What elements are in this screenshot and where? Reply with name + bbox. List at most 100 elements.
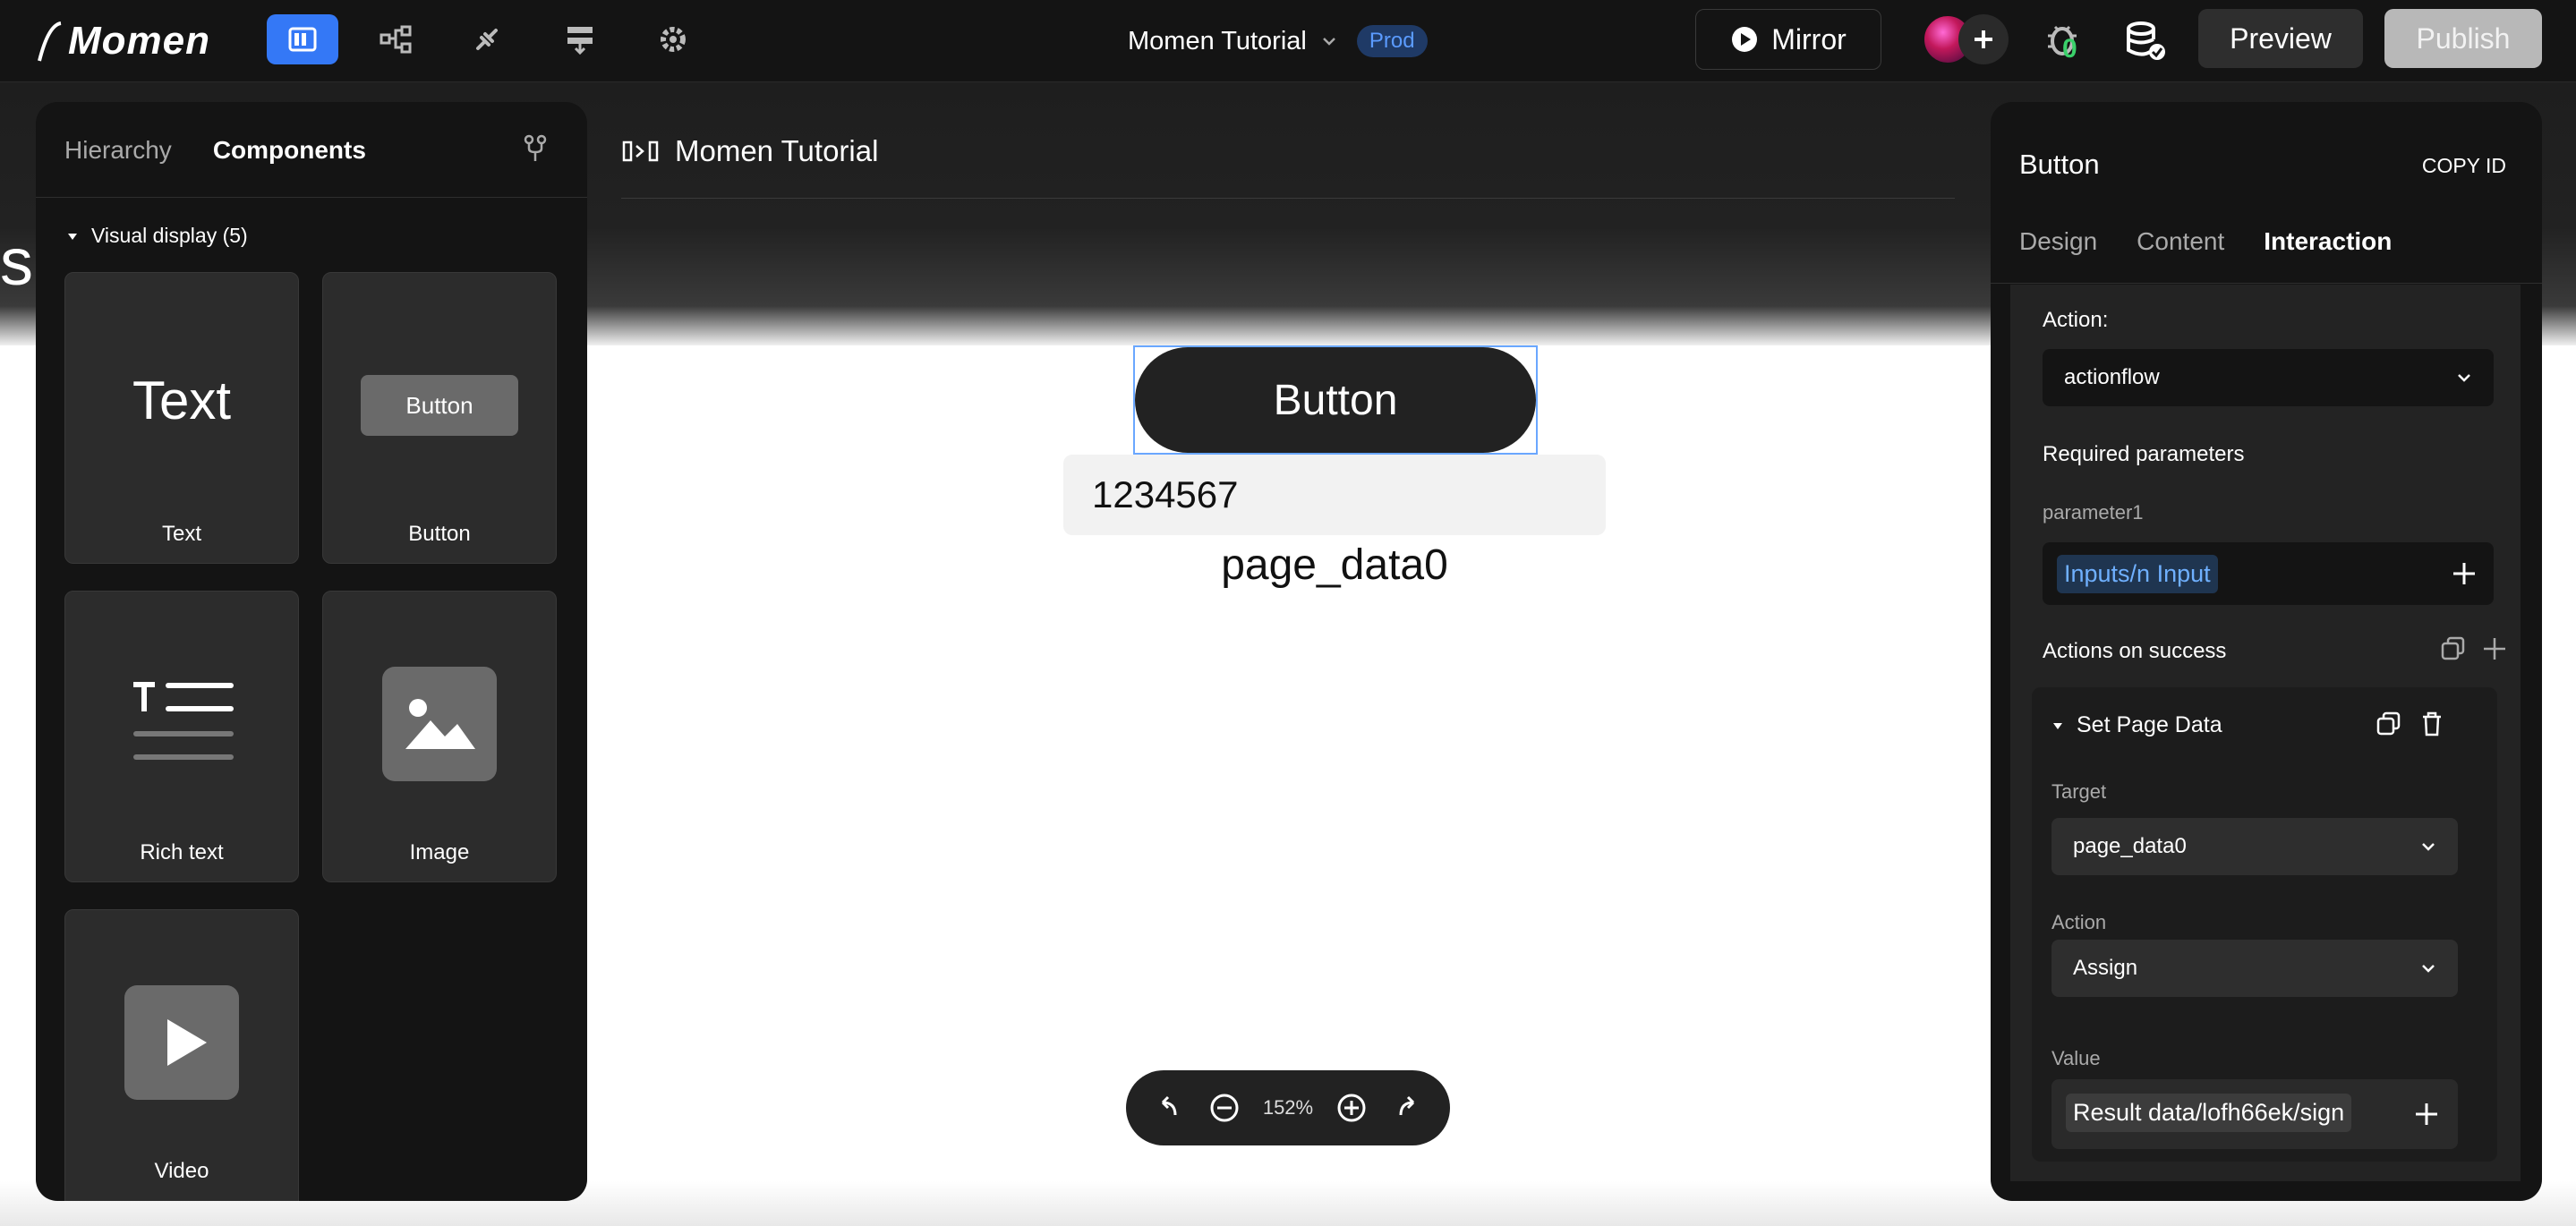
layout-icon xyxy=(288,27,317,52)
canvas-divider xyxy=(621,198,1955,199)
value-chip[interactable]: Result data/lofh66ek/sign xyxy=(2066,1094,2352,1132)
right-panel-divider xyxy=(1991,283,2542,284)
param1-value-chip[interactable]: Inputs/n Input xyxy=(2057,555,2218,593)
card-label: Image xyxy=(409,840,470,864)
play-icon xyxy=(124,985,239,1100)
momen-logo[interactable]: Momen xyxy=(36,16,210,66)
panel-title: Button xyxy=(2019,149,2100,180)
tab-interaction[interactable]: Interaction xyxy=(2264,227,2392,256)
trash-icon[interactable] xyxy=(2418,711,2445,737)
plug-icon xyxy=(476,29,498,50)
top-bar: Momen Momen Tutorial Prod Mirror 0 Previ… xyxy=(0,0,2576,82)
add-action-icon[interactable] xyxy=(2481,635,2508,662)
undo-icon[interactable] xyxy=(1150,1090,1186,1126)
properties-panel: Button COPY ID Design Content Interactio… xyxy=(1991,102,2542,1201)
merge-icon[interactable] xyxy=(519,132,551,165)
duplicate-icon[interactable] xyxy=(2376,711,2402,737)
tab-design[interactable]: Design xyxy=(2019,227,2097,256)
component-card-video[interactable]: Video xyxy=(64,909,299,1201)
logo-text: Momen xyxy=(68,19,210,63)
zoom-in-icon[interactable] xyxy=(1334,1090,1369,1126)
component-card-text[interactable]: Text Text xyxy=(64,272,299,564)
assign-select[interactable]: Assign xyxy=(2051,940,2458,997)
page-code-icon xyxy=(622,140,659,162)
redo-icon[interactable] xyxy=(1390,1090,1426,1126)
actionflow-tab-button[interactable] xyxy=(544,14,616,64)
copy-id-button[interactable]: COPY ID xyxy=(2422,154,2506,178)
api-tab-button[interactable] xyxy=(451,14,523,64)
rich-text-icon xyxy=(133,682,234,760)
hierarchy-icon xyxy=(380,25,412,54)
section-title: Visual display (5) xyxy=(91,224,248,247)
pages-tab-button[interactable] xyxy=(267,14,338,64)
action-select[interactable]: actionflow xyxy=(2043,349,2494,406)
play-circle-icon xyxy=(1732,27,1758,52)
image-icon xyxy=(382,667,497,781)
target-select[interactable]: page_data0 xyxy=(2051,818,2458,875)
canvas-page-header: Momen Tutorial xyxy=(621,134,878,168)
caret-down-icon xyxy=(68,233,77,240)
action-select-value: actionflow xyxy=(2064,365,2160,389)
zoom-level: 152% xyxy=(1262,1096,1314,1119)
component-card-button[interactable]: Button Button xyxy=(322,272,557,564)
param1-field[interactable]: Inputs/n Input xyxy=(2043,542,2494,605)
actions-on-success-label: Actions on success xyxy=(2043,639,2227,663)
gear-icon xyxy=(661,27,686,52)
required-params-label: Required parameters xyxy=(2043,442,2245,466)
settings-tab-button[interactable] xyxy=(637,14,709,64)
tab-hierarchy[interactable]: Hierarchy xyxy=(64,136,172,165)
issues-count: 0 xyxy=(2062,34,2077,64)
flow-icon xyxy=(567,27,593,55)
action-sub-label: Action xyxy=(2051,911,2107,933)
component-card-rich-text[interactable]: Rich text xyxy=(64,591,299,882)
database-check-icon[interactable] xyxy=(2123,18,2168,63)
zoom-toolbar: 152% xyxy=(1126,1070,1450,1145)
preview-button[interactable]: Preview xyxy=(2198,9,2363,68)
plus-icon[interactable] xyxy=(2451,560,2478,587)
components-panel: Hierarchy Components Visual display (5) … xyxy=(36,102,587,1201)
chevron-down-icon xyxy=(1322,38,1335,46)
chevron-down-icon xyxy=(2458,374,2470,382)
plus-icon[interactable] xyxy=(2413,1101,2440,1128)
button-preview: Button xyxy=(361,375,518,436)
param1-label: parameter1 xyxy=(2043,501,2144,524)
action-label: Action: xyxy=(2043,308,2109,332)
publish-button[interactable]: Publish xyxy=(2384,9,2542,68)
plus-icon xyxy=(1975,30,1992,48)
left-panel-tabs: Hierarchy Components xyxy=(64,136,366,165)
canvas-button[interactable]: Button xyxy=(1135,347,1536,453)
text-preview: Text xyxy=(132,370,232,430)
add-collaborator-button[interactable] xyxy=(1958,14,2009,64)
card-label: Rich text xyxy=(140,840,224,864)
caret-down-icon xyxy=(2053,722,2062,729)
card-label: Video xyxy=(154,1159,209,1183)
set-page-data-card: Set Page Data Target page_data0 Action A… xyxy=(2032,687,2497,1162)
mirror-button[interactable]: Mirror xyxy=(1695,9,1881,70)
card-label: Button xyxy=(408,522,471,546)
right-panel-tabs: Design Content Interaction xyxy=(2019,227,2392,256)
left-panel-divider xyxy=(36,197,587,198)
section-visual-display[interactable]: Visual display (5) xyxy=(66,224,248,248)
env-badge[interactable]: Prod xyxy=(1356,25,1428,57)
tab-content[interactable]: Content xyxy=(2137,227,2224,256)
project-name: Momen Tutorial xyxy=(1128,26,1307,55)
copy-icon[interactable] xyxy=(2440,635,2467,662)
project-switcher[interactable]: Momen Tutorial Prod xyxy=(1128,25,1428,57)
card-label: Text xyxy=(161,522,201,546)
assign-select-value: Assign xyxy=(2073,956,2138,980)
canvas-input[interactable]: 1234567 xyxy=(1063,455,1606,535)
chevron-down-icon xyxy=(2422,965,2435,973)
target-label: Target xyxy=(2051,780,2107,803)
set-page-data-title: Set Page Data xyxy=(2077,712,2222,737)
canvas-text[interactable]: page_data0 xyxy=(1063,541,1606,590)
value-label: Value xyxy=(2051,1047,2101,1069)
chevron-down-icon xyxy=(2422,843,2435,851)
data-model-tab-button[interactable] xyxy=(360,14,431,64)
component-card-image[interactable]: Image xyxy=(322,591,557,882)
value-field[interactable]: Result data/lofh66ek/sign xyxy=(2051,1079,2458,1149)
target-select-value: page_data0 xyxy=(2073,834,2187,858)
set-page-data-header[interactable]: Set Page Data xyxy=(2051,712,2222,738)
tab-components[interactable]: Components xyxy=(213,136,366,165)
mirror-label: Mirror xyxy=(1771,22,1847,55)
zoom-out-icon[interactable] xyxy=(1207,1090,1242,1126)
